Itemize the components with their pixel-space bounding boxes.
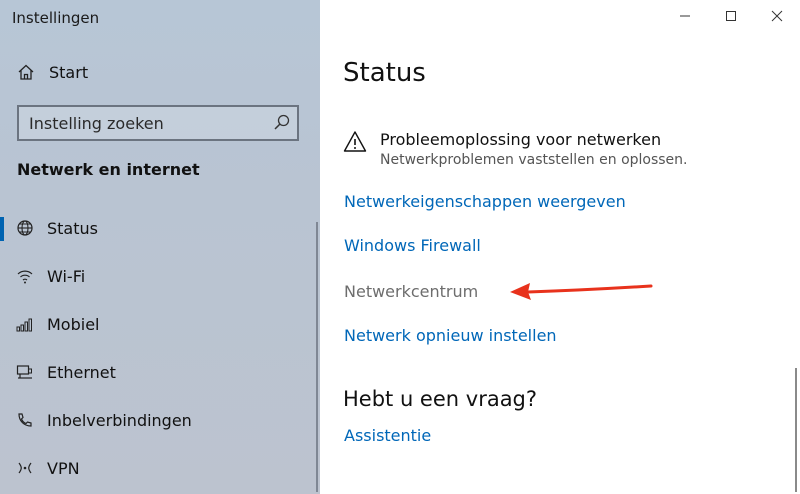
search-icon[interactable] [273,113,291,131]
red-arrow-annotation [510,283,653,300]
home-icon [17,63,35,81]
sidebar-item-vpn[interactable]: VPN [0,445,320,493]
troubleshoot-subtitle: Netwerkproblemen vaststellen en oplossen… [380,152,688,168]
nav-list: Status Wi-Fi Mobiel Ethernet Inbelverbin… [0,205,320,493]
sidebar-item-ethernet[interactable]: Ethernet [0,349,320,397]
minimize-icon [680,15,690,17]
sidebar-item-label: VPN [47,459,80,478]
page-title: Status [343,58,426,88]
dialup-icon [16,411,34,429]
troubleshoot-item[interactable]: Probleemoplossing voor netwerken Netwerk… [343,128,783,174]
main-pane: Status Probleemoplossing voor netwerken … [320,0,800,494]
sidebar-item-start[interactable]: Start [0,56,320,90]
sidebar-item-label: Mobiel [47,315,100,334]
network-properties-link[interactable]: Netwerkeigenschappen weergeven [344,192,626,211]
sidebar-item-label: Wi-Fi [47,267,86,286]
settings-window: Instellingen Start Netwerk en internet [0,0,800,494]
troubleshoot-title: Probleemoplossing voor netwerken [380,130,662,149]
sidebar-item-inbelverbindingen[interactable]: Inbelverbindingen [0,397,320,445]
sidebar-item-wifi[interactable]: Wi-Fi [0,253,320,301]
sidebar-item-mobiel[interactable]: Mobiel [0,301,320,349]
section-heading: Netwerk en internet [17,160,200,179]
app-title: Instellingen [12,9,100,27]
sidebar-item-label: Ethernet [47,363,116,382]
question-heading: Hebt u een vraag? [343,387,538,411]
vpn-icon [16,459,34,477]
search-box [17,105,299,141]
sidebar-item-label: Status [47,219,98,238]
warning-icon [343,130,367,154]
windows-firewall-link[interactable]: Windows Firewall [344,236,481,255]
main-scrollbar[interactable] [795,368,797,492]
network-reset-link[interactable]: Netwerk opnieuw instellen [344,326,557,345]
sidebar-item-label: Inbelverbindingen [47,411,192,430]
minimize-button[interactable] [662,0,708,32]
network-center-link[interactable]: Netwerkcentrum [344,282,478,301]
search-input[interactable] [19,107,269,139]
cellular-signal-icon [16,315,34,333]
help-link[interactable]: Assistentie [344,426,431,445]
maximize-icon [726,11,736,21]
sidebar-scrollbar[interactable] [316,222,318,492]
sidebar-item-label: Start [49,63,89,82]
globe-icon [16,219,34,237]
close-icon [771,10,783,22]
ethernet-icon [16,363,34,381]
maximize-button[interactable] [708,0,754,32]
wifi-icon [16,267,34,285]
close-button[interactable] [754,0,800,32]
sidebar: Instellingen Start Netwerk en internet [0,0,320,494]
sidebar-item-status[interactable]: Status [0,205,320,253]
